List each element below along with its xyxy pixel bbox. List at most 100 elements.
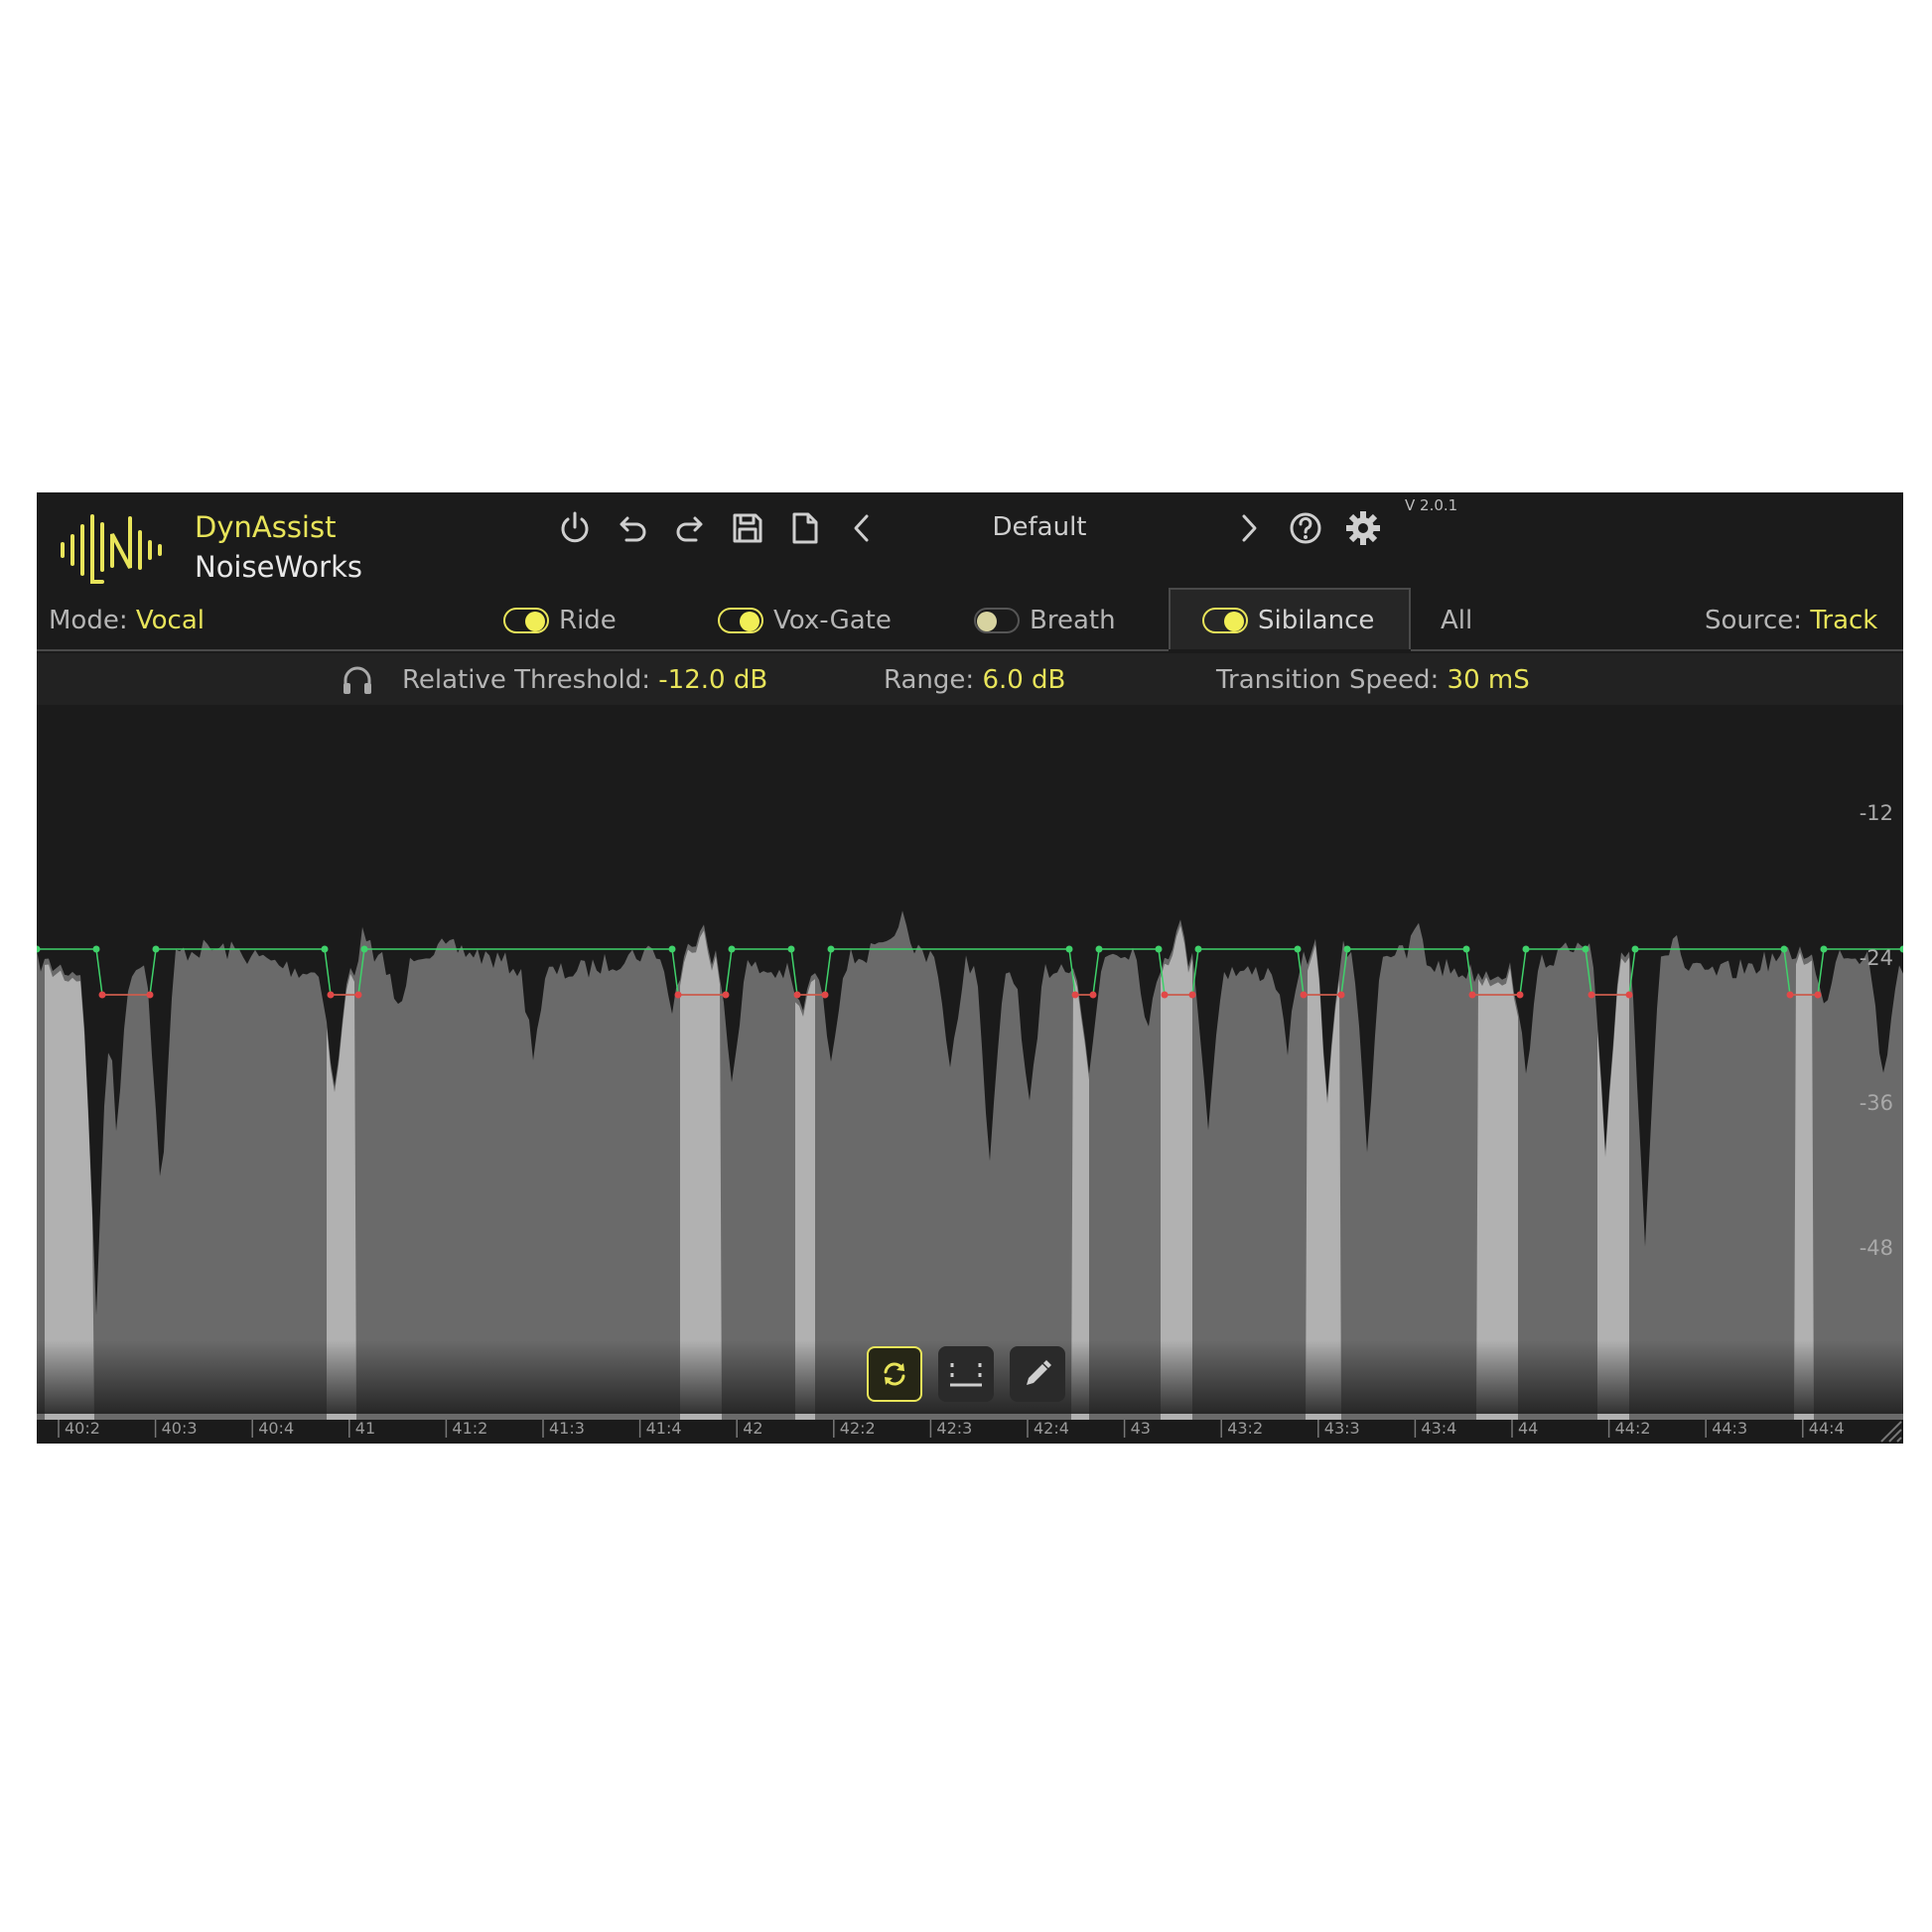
timeline-label: 44: [1518, 1419, 1538, 1438]
timeline-label: 43:2: [1227, 1419, 1263, 1438]
reduction-node[interactable]: [146, 991, 154, 999]
gain-node[interactable]: [1899, 945, 1904, 953]
company-name: NoiseWorks: [195, 550, 362, 584]
gain-node[interactable]: [1294, 945, 1302, 953]
tab-all[interactable]: All: [1441, 606, 1472, 635]
help-button[interactable]: [1284, 506, 1327, 550]
reduction-node[interactable]: [1587, 991, 1595, 999]
plugin-window: DynAssist NoiseWorks Default V 2.0.1 Mod…: [37, 492, 1903, 1444]
gain-node[interactable]: [1631, 945, 1639, 953]
next-preset-button[interactable]: [1226, 506, 1270, 550]
reduction-node[interactable]: [1300, 991, 1308, 999]
divider: [37, 649, 1169, 651]
save-button[interactable]: [726, 506, 769, 550]
source-selector[interactable]: Source: Track: [1705, 606, 1877, 635]
timeline-label: 41:2: [452, 1419, 487, 1438]
reduction-node[interactable]: [1188, 991, 1196, 999]
refresh-icon: [884, 1362, 905, 1386]
vox-gate-toggle[interactable]: [718, 608, 763, 633]
gain-node[interactable]: [728, 945, 736, 953]
reduction-node[interactable]: [1814, 991, 1822, 999]
breath-toggle[interactable]: [974, 608, 1020, 633]
gain-node[interactable]: [37, 945, 41, 953]
reduction-node[interactable]: [821, 991, 829, 999]
vox-gate-label[interactable]: Vox-Gate: [773, 606, 892, 635]
range-param[interactable]: Range: 6.0 dB: [884, 665, 1065, 695]
db-label: -24: [1860, 946, 1893, 970]
threshold-value: -12.0 dB: [658, 665, 768, 695]
headphones-button[interactable]: [341, 663, 374, 701]
timeline-label: 41: [355, 1419, 375, 1438]
headphones-icon: [344, 666, 371, 694]
gain-node[interactable]: [668, 945, 676, 953]
reduction-node[interactable]: [1161, 991, 1169, 999]
waveform-display[interactable]: -12 -24 -36 -48 40:2 40:3 40:4 41 41:2 41:3 41:4 4…: [37, 705, 1903, 1444]
reduction-node[interactable]: [674, 991, 682, 999]
gain-node[interactable]: [1780, 945, 1788, 953]
gain-node[interactable]: [1065, 945, 1073, 953]
save-icon: [733, 513, 762, 543]
select-tool-button[interactable]: [938, 1346, 994, 1402]
timeline-label: 42:4: [1034, 1419, 1069, 1438]
gain-node[interactable]: [1343, 945, 1351, 953]
preset-name[interactable]: Default: [920, 512, 1159, 542]
chevron-right-icon: [1242, 514, 1257, 542]
db-label: -12: [1860, 801, 1893, 825]
ride-label[interactable]: Ride: [559, 606, 617, 635]
timeline-label: 43: [1131, 1419, 1151, 1438]
gain-node[interactable]: [152, 945, 160, 953]
range-label: Range:: [884, 665, 975, 695]
reduction-node[interactable]: [354, 991, 362, 999]
timeline-label: 42:3: [936, 1419, 972, 1438]
divider: [1411, 649, 1903, 651]
help-icon: [1290, 512, 1321, 544]
reduction-node[interactable]: [1468, 991, 1476, 999]
gain-node[interactable]: [1582, 945, 1589, 953]
pencil-tool-button[interactable]: [1010, 1346, 1065, 1402]
new-file-button[interactable]: [783, 506, 827, 550]
gain-node[interactable]: [787, 945, 795, 953]
db-label: -36: [1860, 1091, 1893, 1115]
reduction-node[interactable]: [1071, 991, 1079, 999]
sibilance-label[interactable]: Sibilance: [1258, 606, 1374, 635]
gain-node[interactable]: [827, 945, 835, 953]
refresh-button[interactable]: [867, 1346, 922, 1402]
settings-button[interactable]: [1341, 506, 1385, 550]
gain-node[interactable]: [1194, 945, 1202, 953]
reduction-node[interactable]: [327, 991, 335, 999]
reduction-node[interactable]: [1786, 991, 1794, 999]
gain-node[interactable]: [92, 945, 100, 953]
reduction-node[interactable]: [98, 991, 106, 999]
gain-node[interactable]: [1820, 945, 1828, 953]
redo-button[interactable]: [668, 506, 712, 550]
ride-toggle[interactable]: [503, 608, 549, 633]
gain-node[interactable]: [1462, 945, 1470, 953]
mode-selector[interactable]: Mode: Vocal: [49, 606, 205, 635]
gain-node[interactable]: [1155, 945, 1163, 953]
source-label: Source:: [1705, 606, 1803, 635]
gain-node[interactable]: [321, 945, 329, 953]
gain-node[interactable]: [360, 945, 368, 953]
reduction-node[interactable]: [1337, 991, 1345, 999]
reduction-node[interactable]: [1089, 991, 1097, 999]
reduction-node[interactable]: [793, 991, 801, 999]
previous-preset-button[interactable]: [841, 506, 885, 550]
gain-node[interactable]: [1522, 945, 1530, 953]
resize-grip-icon[interactable]: [1880, 1421, 1902, 1443]
db-label: -48: [1860, 1236, 1893, 1260]
reduction-node[interactable]: [1516, 991, 1524, 999]
timeline-label: 41:3: [549, 1419, 585, 1438]
waveform-svg[interactable]: -12 -24 -36 -48 40:2 40:3 40:4 41 41:2 41:3 41:4 4…: [37, 705, 1903, 1444]
timeline-label: 43:3: [1324, 1419, 1360, 1438]
threshold-param[interactable]: Relative Threshold: -12.0 dB: [402, 665, 767, 695]
sibilance-toggle[interactable]: [1202, 608, 1248, 633]
reduction-node[interactable]: [1625, 991, 1633, 999]
timeline-label: 42: [743, 1419, 762, 1438]
speed-param[interactable]: Transition Speed: 30 mS: [1216, 665, 1530, 695]
timeline-label: 44:4: [1809, 1419, 1845, 1438]
breath-label[interactable]: Breath: [1030, 606, 1116, 635]
power-button[interactable]: [553, 506, 597, 550]
undo-button[interactable]: [611, 506, 654, 550]
gain-node[interactable]: [1095, 945, 1103, 953]
reduction-node[interactable]: [722, 991, 730, 999]
